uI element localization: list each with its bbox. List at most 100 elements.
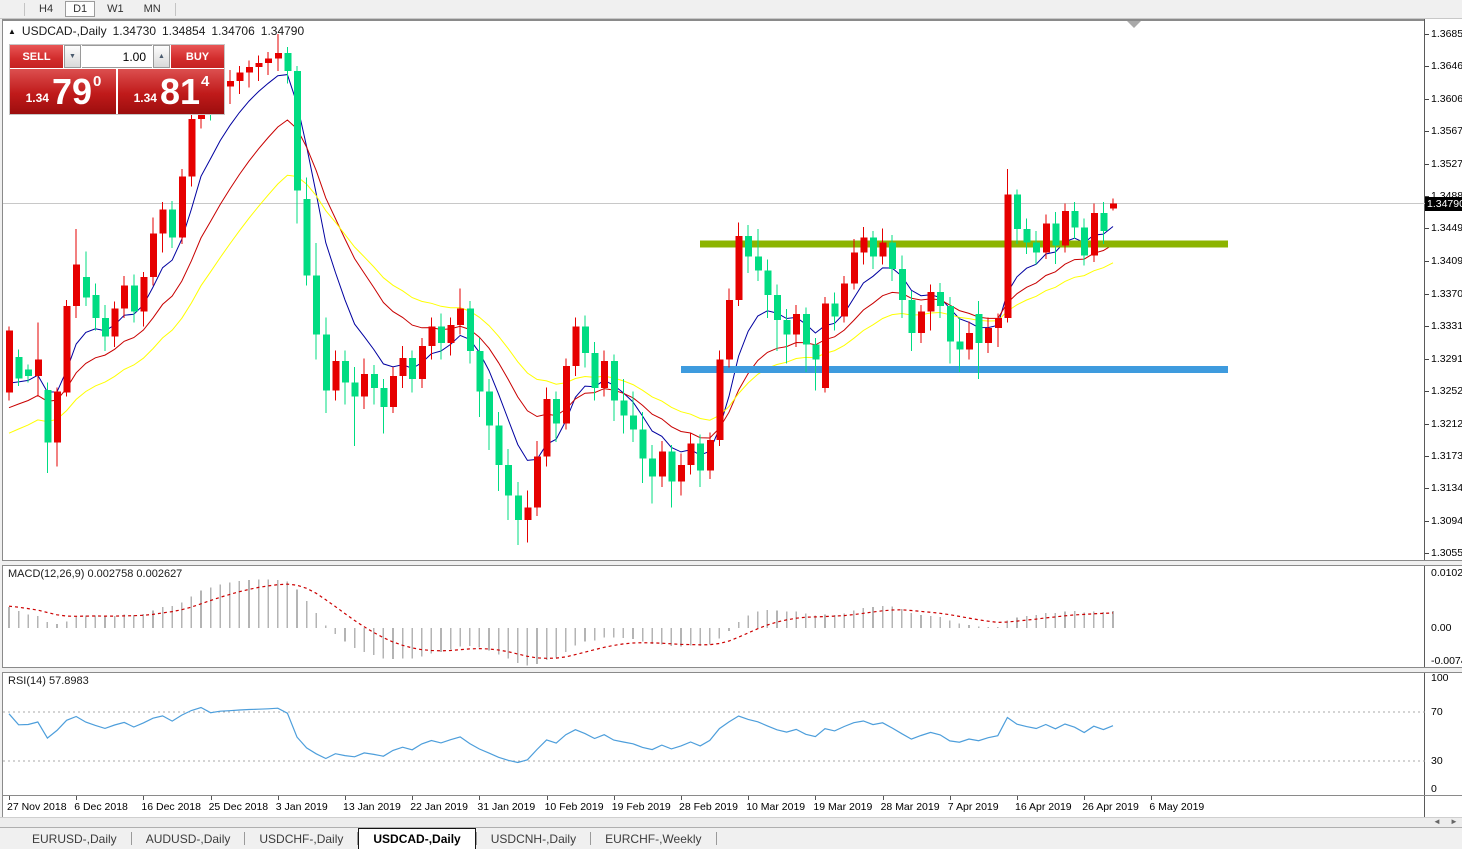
price-tick	[1425, 423, 1429, 425]
timeframe-button-h4[interactable]: H4	[31, 1, 61, 17]
buy-price-display[interactable]: 1.34 81 4	[118, 69, 224, 114]
date-tick	[1151, 796, 1153, 800]
price-tick-label: 1.31730	[1431, 449, 1462, 462]
buy-price-big-digits: 81	[159, 70, 201, 112]
date-tick	[546, 796, 548, 800]
date-label: 13 Jan 2019	[343, 801, 401, 813]
buy-price-prefix: 1.34	[133, 90, 157, 105]
macd-pane[interactable]	[3, 566, 1425, 667]
moving-average-lines	[8, 74, 1114, 461]
rsi-pane[interactable]	[3, 672, 1425, 795]
rsi-line	[8, 706, 1114, 764]
price-tick-label: 1.34490	[1431, 222, 1462, 235]
macd-indicator-label: MACD(12,26,9) 0.002758 0.002627	[8, 568, 183, 580]
price-tick	[1425, 358, 1429, 360]
horizontal-scrollbar[interactable]	[0, 817, 1462, 827]
horizontal-trend-lines[interactable]	[681, 240, 1229, 373]
price-tick-label: 1.35670	[1431, 125, 1462, 138]
rsi-tick-label: 0	[1431, 783, 1437, 795]
timeframe-button-mn[interactable]: MN	[136, 1, 169, 17]
tab-eurchf-weekly[interactable]: EURCHF-,Weekly	[591, 828, 715, 849]
price-tick	[1425, 34, 1429, 35]
sell-price-pip-digit: 0	[93, 73, 102, 90]
sell-price-big-digits: 79	[51, 70, 93, 112]
date-label: 28 Feb 2019	[679, 801, 738, 813]
price-tick	[1425, 325, 1429, 327]
ohlc-high: 1.34854	[162, 24, 206, 38]
price-tick-label: 1.31340	[1431, 481, 1462, 494]
scroll-right-icon[interactable]: ►	[1446, 817, 1462, 827]
date-tick	[613, 796, 615, 800]
macd-tick-label: -0.007477	[1431, 655, 1462, 667]
chevron-up-icon: ▲	[158, 53, 165, 60]
price-tick	[1425, 520, 1429, 522]
date-label: 10 Feb 2019	[544, 801, 604, 813]
volume-increase-button[interactable]: ▲	[153, 45, 170, 68]
macd-tick-label: 0.010229	[1431, 567, 1462, 579]
tab-usdcad-daily[interactable]: USDCAD-,Daily	[358, 828, 476, 849]
ohlc-open: 1.34730	[112, 24, 156, 38]
price-tick-label: 1.36060	[1431, 93, 1462, 106]
price-tick-label: 1.33700	[1431, 287, 1462, 300]
date-label: 28 Mar 2019	[880, 801, 940, 813]
date-label: 22 Jan 2019	[410, 801, 468, 813]
tab-usdcnh-daily[interactable]: USDCNH-,Daily	[477, 828, 590, 849]
buy-price-pip-digit: 4	[201, 73, 210, 90]
date-label: 6 Dec 2018	[74, 801, 128, 813]
scroll-left-icon[interactable]: ◄	[1429, 817, 1445, 827]
rsi-indicator-label: RSI(14) 57.8983	[8, 675, 89, 687]
date-label: 26 Apr 2019	[1082, 801, 1139, 813]
price-tick	[1425, 553, 1429, 554]
macd-histogram	[8, 579, 1114, 666]
timeframe-toolbar: H4 D1 W1 MN	[0, 0, 1462, 19]
volume-decrease-button[interactable]: ▼	[64, 45, 81, 68]
date-label: 16 Apr 2019	[1015, 801, 1072, 813]
date-label: 25 Dec 2018	[208, 801, 269, 813]
date-label: 19 Mar 2019	[813, 801, 873, 813]
price-tick-label: 1.36850	[1431, 28, 1462, 40]
date-tick	[412, 796, 414, 800]
tab-usdchf-daily[interactable]: USDCHF-,Daily	[245, 828, 357, 849]
price-tick	[1425, 196, 1429, 198]
macd-signal-line	[8, 583, 1114, 659]
toolbar-divider	[24, 2, 25, 16]
buy-button[interactable]: BUY	[171, 45, 224, 68]
sell-price-display[interactable]: 1.34 79 0	[10, 69, 116, 114]
chart-symbol-label: USDCAD-,Daily	[21, 24, 107, 38]
toolbar-divider	[174, 2, 176, 16]
price-tick-label: 1.33310	[1431, 319, 1462, 332]
rsi-tick-label: 70	[1431, 706, 1443, 718]
date-label: 16 Dec 2018	[141, 801, 201, 813]
price-tick-label: 1.32910	[1431, 352, 1462, 365]
date-tick	[1017, 796, 1018, 800]
tab-divider	[715, 832, 717, 845]
price-tick-label: 1.36460	[1431, 60, 1462, 73]
chevron-down-icon: ▼	[69, 53, 76, 60]
date-label: 27 Nov 2018	[7, 801, 67, 813]
one-click-trade-panel: SELL ▼ ▲ BUY 1.34 79 0 1.34 81 4	[9, 44, 225, 115]
date-label: 7 Apr 2019	[947, 801, 999, 813]
date-tick	[479, 796, 481, 800]
sell-button[interactable]: SELL	[10, 45, 63, 68]
price-tick	[1425, 487, 1429, 489]
date-tick	[681, 796, 682, 800]
price-tick	[1425, 66, 1429, 68]
date-label: 19 Feb 2019	[611, 801, 671, 813]
timeframe-button-d1[interactable]: D1	[65, 1, 96, 17]
date-tick	[1084, 796, 1086, 800]
chart-title: ▲ USDCAD-,Daily 1.34730 1.34854 1.34706 …	[8, 24, 304, 38]
date-label: 3 Jan 2019	[275, 801, 328, 813]
price-tick-label: 1.30940	[1431, 514, 1462, 527]
timeframe-button-w1[interactable]: W1	[99, 1, 132, 17]
tab-eurusd-daily[interactable]: EURUSD-,Daily	[18, 828, 131, 849]
price-tick	[1425, 99, 1429, 101]
tab-audusd-daily[interactable]: AUDUSD-,Daily	[132, 828, 245, 849]
price-tick	[1425, 390, 1429, 392]
auto-scroll-marker-icon[interactable]	[1127, 21, 1141, 28]
time-axis[interactable]: 27 Nov 2018 6 Dec 2018 16 Dec 2018 25 Dec 2…	[3, 796, 1424, 817]
price-tick	[1425, 293, 1429, 295]
price-tick-label: 1.34880	[1431, 190, 1462, 203]
rsi-tick-label: 30	[1431, 755, 1443, 767]
one-click-panel-collapse-icon[interactable]: ▲	[8, 27, 16, 36]
volume-input[interactable]	[82, 45, 152, 68]
